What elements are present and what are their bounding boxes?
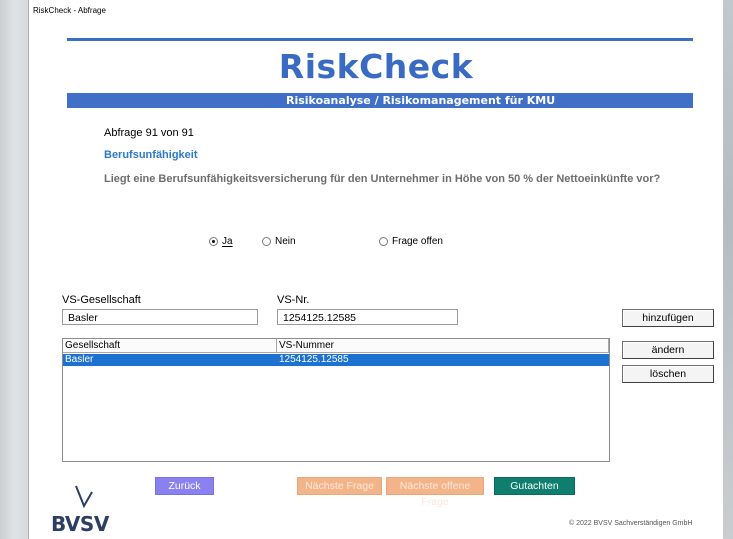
app-logo: RiskCheck	[278, 47, 474, 86]
delete-button[interactable]: löschen	[622, 365, 714, 383]
next-open-question-button[interactable]: Nächste offene Frage	[386, 477, 484, 508]
row-company: Basler	[65, 354, 94, 365]
radio-nein-label: Nein	[275, 236, 296, 247]
radio-frage-offen-indicator[interactable]	[379, 237, 388, 246]
radio-frage-offen[interactable]: Frage offen	[379, 236, 443, 247]
policy-number-field[interactable]: 1254125.12585	[277, 309, 458, 325]
add-button[interactable]: hinzufügen	[622, 309, 714, 327]
bvsv-logo-text: BVSV	[51, 512, 109, 536]
report-button[interactable]: Gutachten	[494, 477, 575, 495]
company-field[interactable]: Basler	[62, 309, 258, 325]
company-label: VS-Gesellschaft	[62, 294, 141, 306]
radio-frage-offen-label: Frage offen	[392, 236, 443, 247]
header-banner: Risikoanalyse / Risikomanagement für KMU	[67, 93, 693, 108]
title-bar: RiskCheck - Abfrage	[29, 0, 723, 24]
column-header-company[interactable]: Gesellschaft	[63, 339, 277, 353]
column-header-number[interactable]: VS-Nummer	[277, 339, 609, 353]
next-question-button[interactable]: Nächste Frage	[297, 477, 382, 495]
app-window: RiskCheck - Abfrage RiskCheck Risikoanal…	[28, 0, 723, 539]
question-counter: Abfrage 91 von 91	[104, 127, 194, 139]
row-number: 1254125.12585	[279, 354, 349, 365]
table-row[interactable]: Basler 1254125.12585	[63, 354, 609, 366]
radio-nein[interactable]: Nein	[262, 236, 296, 247]
radio-ja[interactable]: Ja	[209, 236, 233, 247]
copyright: © 2022 BVSV Sachverständigen GmbH	[569, 520, 693, 527]
edit-button[interactable]: ändern	[622, 341, 714, 359]
banner-text: Risikoanalyse / Risikomanagement für KMU	[286, 94, 556, 107]
radio-ja-label: Ja	[222, 236, 233, 247]
bvsv-logo-icon	[75, 485, 93, 509]
policy-number-label: VS-Nr.	[277, 294, 310, 306]
window-title: RiskCheck - Abfrage	[33, 6, 106, 15]
back-button[interactable]: Zurück	[155, 477, 214, 495]
question-title: Berufsunfähigkeit	[104, 149, 198, 161]
radio-nein-indicator[interactable]	[262, 237, 271, 246]
desktop-background-right	[722, 0, 733, 539]
policy-list[interactable]: Gesellschaft VS-Nummer Basler 1254125.12…	[62, 338, 610, 462]
header-rule	[67, 38, 693, 41]
list-header: Gesellschaft VS-Nummer	[63, 339, 609, 353]
question-text: Liegt eine Berufsunfähigkeitsversicherun…	[104, 173, 661, 185]
radio-ja-indicator[interactable]	[209, 237, 218, 246]
